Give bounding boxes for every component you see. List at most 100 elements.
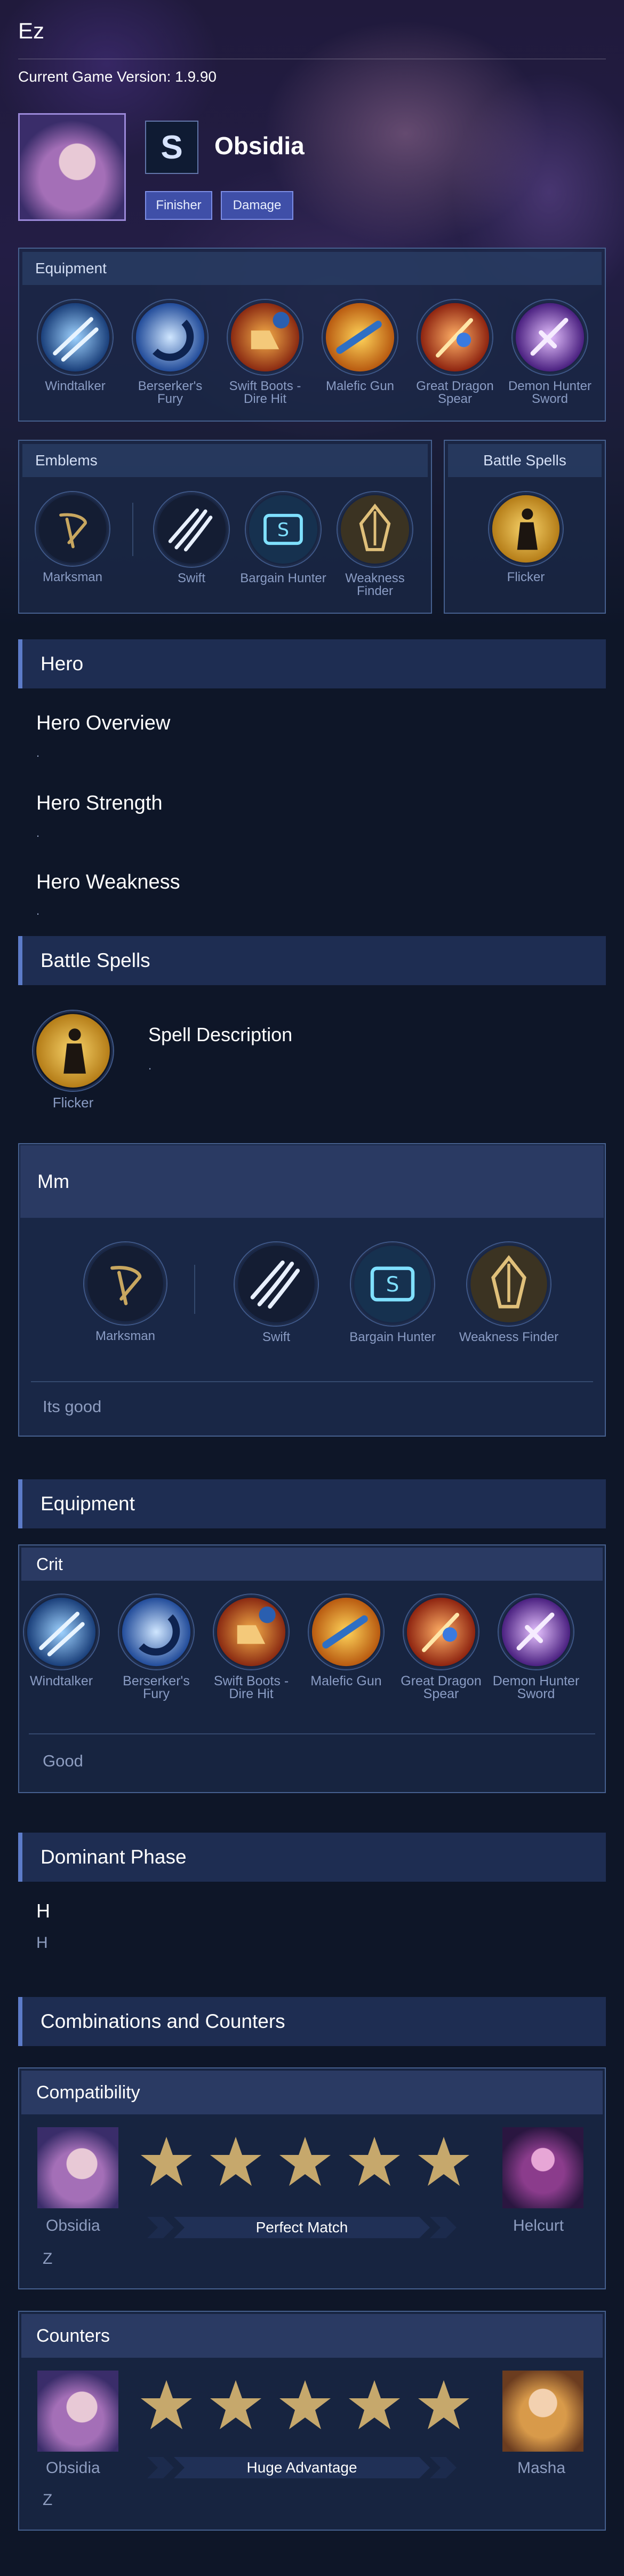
item-label: Bargain Hunter — [349, 1330, 436, 1344]
build-emblem-divider — [194, 1265, 195, 1314]
item-label: Swift — [177, 571, 205, 585]
star-icon — [279, 2380, 331, 2429]
weakness-finder-talent-icon — [338, 492, 412, 567]
berserkers-fury-icon — [133, 300, 207, 375]
counters-label: Huge Advantage — [174, 2457, 430, 2478]
item-swift-boots-dire-hit[interactable]: Swift Boots - Dire Hit — [220, 300, 310, 406]
flicker-spell-icon — [33, 1011, 113, 1091]
hero-portrait — [18, 113, 126, 221]
counters-note: Z — [43, 2491, 53, 2509]
talent-bargain-hunter[interactable]: S Bargain Hunter — [339, 1242, 446, 1344]
star-icon — [210, 2137, 261, 2186]
svg-text:S: S — [277, 520, 289, 541]
compatibility-hero-name: Obsidia — [46, 2217, 100, 2234]
spell-flicker-label: Flicker — [507, 570, 545, 584]
star-icon — [349, 2137, 400, 2186]
equipment-build-divider — [29, 1733, 595, 1734]
swift-talent-icon — [235, 1242, 318, 1326]
counters-title: Counters — [21, 2314, 603, 2358]
counters-partner-name: Masha — [517, 2459, 566, 2477]
helcurt-portrait[interactable] — [502, 2127, 583, 2208]
item-label: Windtalker — [45, 379, 106, 393]
hero-strength-title: Hero Strength — [36, 792, 163, 814]
compatibility-partner-name: Helcurt — [513, 2217, 564, 2234]
item-malefic-gun[interactable]: Malefic Gun — [315, 300, 405, 406]
star-icon — [141, 2380, 192, 2429]
great-dragon-spear-icon — [418, 300, 492, 375]
chevron-left-icon — [147, 2457, 174, 2478]
swift-boots-icon — [228, 300, 302, 375]
item-windtalker[interactable]: Windtalker — [16, 1595, 107, 1700]
obsidia-portrait[interactable] — [37, 2127, 118, 2208]
spell-flicker[interactable]: Flicker — [481, 492, 571, 584]
emblem-marksman[interactable]: Marksman — [27, 492, 118, 584]
item-label: Malefic Gun — [310, 1674, 382, 1689]
build-emblem-marksman[interactable]: Marksman — [75, 1242, 176, 1343]
item-great-dragon-spear[interactable]: Great Dragon Spear — [410, 300, 500, 406]
item-label: Bargain Hunter — [240, 571, 326, 585]
build-emblem-marksman-label: Marksman — [95, 1329, 156, 1343]
equipment-build-note: Good — [43, 1751, 83, 1770]
compatibility-label: Perfect Match — [174, 2217, 430, 2238]
counters-rating — [140, 2378, 470, 2431]
item-windtalker[interactable]: Windtalker — [30, 300, 121, 406]
item-label: Demon Hunter Sword — [492, 1674, 580, 1701]
hero-weakness-title: Hero Weakness — [36, 871, 180, 893]
talent-weakness-finder[interactable]: Weakness Finder — [330, 492, 420, 598]
malefic-gun-icon — [309, 1595, 383, 1669]
compatibility-note: Z — [43, 2250, 53, 2268]
malefic-gun-icon — [323, 300, 397, 375]
talent-swift[interactable]: Swift — [146, 492, 237, 598]
emblem-divider — [132, 503, 133, 556]
item-swift-boots-dire-hit[interactable]: Swift Boots - Dire Hit — [206, 1595, 297, 1701]
great-dragon-spear-icon — [404, 1595, 478, 1669]
emblems-panel-title: Emblems — [22, 444, 428, 477]
item-demon-hunter-sword[interactable]: Demon Hunter Sword — [491, 1595, 581, 1701]
tag-damage[interactable]: Damage — [221, 191, 293, 220]
item-demon-hunter-sword[interactable]: Demon Hunter Sword — [505, 300, 595, 406]
talent-weakness-finder[interactable]: Weakness Finder — [455, 1242, 562, 1344]
demon-hunter-sword-icon — [499, 1595, 573, 1669]
windtalker-icon — [38, 300, 113, 375]
chevron-left-icon — [147, 2217, 174, 2238]
windtalker-icon — [24, 1595, 99, 1669]
emblem-build-note: Its good — [43, 1397, 102, 1416]
item-label: Great Dragon Spear — [416, 379, 494, 406]
compatibility-title: Compatibility — [21, 2071, 603, 2114]
item-berserker-s-fury[interactable]: Berserker's Fury — [125, 300, 215, 406]
item-label: Swift Boots - Dire Hit — [229, 379, 301, 406]
obsidia-portrait[interactable] — [37, 2371, 118, 2452]
combos-section-header: Combinations and Counters — [18, 1997, 606, 2046]
compatibility-rating — [140, 2135, 470, 2188]
spell-description-title: Spell Description — [148, 1024, 293, 1045]
tag-finisher[interactable]: Finisher — [145, 191, 212, 220]
equipment-section-header: Equipment — [18, 1479, 606, 1528]
counters-label-bar: Huge Advantage — [147, 2457, 457, 2478]
hero-overview-text: . — [36, 746, 40, 759]
swift-talent-icon — [154, 492, 229, 567]
item-label: Berserker's Fury — [123, 1674, 190, 1701]
compatibility-label-bar: Perfect Match — [147, 2217, 457, 2238]
item-label: Swift Boots - Dire Hit — [213, 1674, 289, 1701]
talent-bargain-hunter[interactable]: S Bargain Hunter — [238, 492, 329, 598]
star-icon — [141, 2137, 192, 2186]
equipment-build-card: Crit Windtalker Berserker's Fury Swift Boo… — [18, 1544, 606, 1793]
item-malefic-gun[interactable]: Malefic Gun — [301, 1595, 391, 1700]
item-label: Berserker's Fury — [138, 379, 203, 406]
masha-portrait[interactable] — [502, 2371, 583, 2452]
swift-boots-icon — [214, 1595, 289, 1669]
equipment-panel-title: Equipment — [22, 252, 602, 285]
spell-flicker-detail[interactable]: Flicker — [28, 1011, 118, 1109]
hero-name: Obsidia — [214, 132, 305, 160]
hero-overview-title: Hero Overview — [36, 712, 171, 734]
battle-spells-panel-title: Battle Spells — [448, 444, 602, 477]
item-label: Weakness Finder — [459, 1330, 559, 1344]
chevron-right-icon — [430, 2457, 457, 2478]
item-great-dragon-spear[interactable]: Great Dragon Spear — [396, 1595, 486, 1701]
emblem-build-title: Mm — [20, 1145, 604, 1218]
item-berserker-s-fury[interactable]: Berserker's Fury — [111, 1595, 202, 1701]
star-icon — [418, 2137, 469, 2186]
hero-strength-text: . — [36, 826, 40, 839]
dominant-phase-header: Dominant Phase — [18, 1833, 606, 1882]
talent-swift[interactable]: Swift — [223, 1242, 330, 1344]
